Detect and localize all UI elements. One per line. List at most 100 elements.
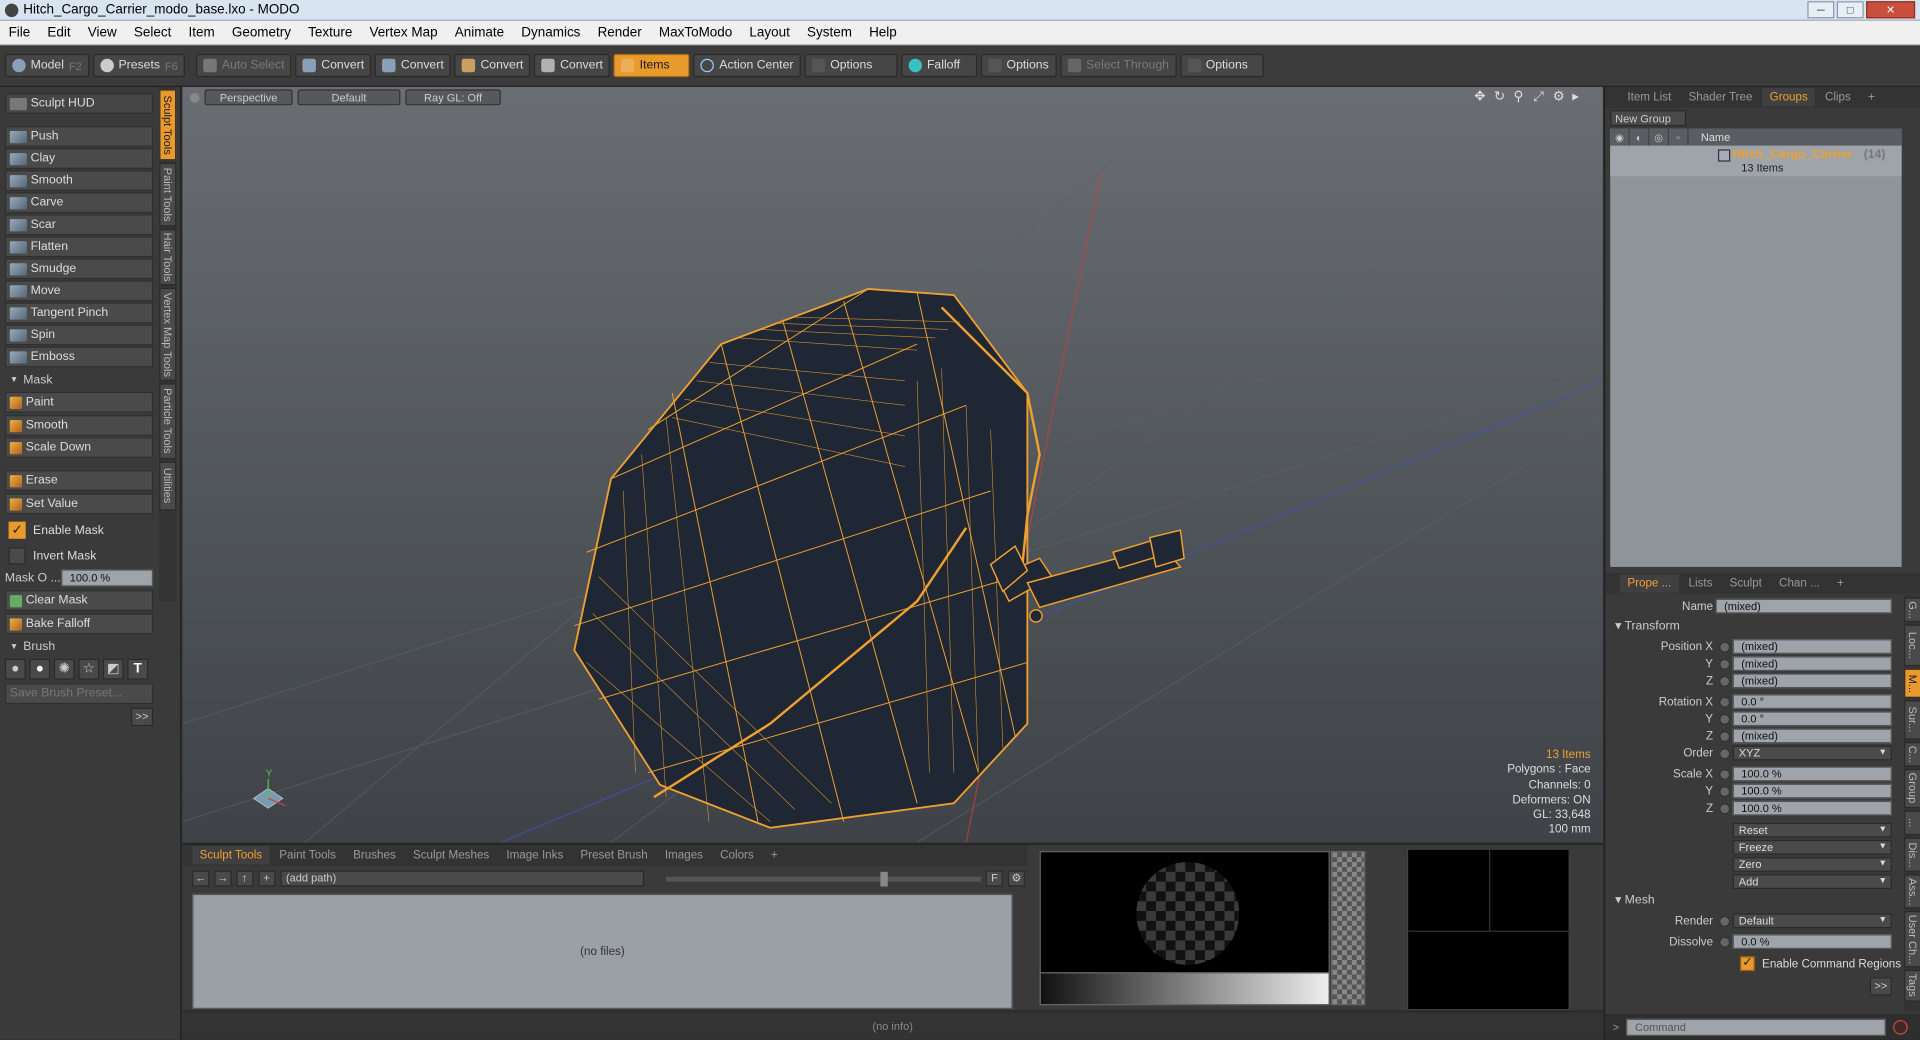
zero-dropdown[interactable]: Zero ▼: [1732, 857, 1892, 872]
add-tab-button[interactable]: +: [764, 846, 786, 864]
tool-clay[interactable]: Clay: [4, 148, 154, 169]
vtab-user-channels[interactable]: User Ch...: [1904, 911, 1920, 968]
mask-tool-paint[interactable]: Paint: [4, 391, 154, 413]
hard-brush-icon[interactable]: ●: [29, 658, 51, 680]
brush-section-header[interactable]: ▼ Brush: [5, 638, 153, 656]
rotation-y-field[interactable]: 0.0 °: [1732, 711, 1892, 727]
rotation-x-field[interactable]: 0.0 °: [1732, 694, 1892, 709]
text-brush-icon[interactable]: T: [127, 658, 149, 680]
tab-preset-brush[interactable]: Preset Brush: [573, 846, 655, 864]
render-icon[interactable]: ◐: [1630, 128, 1650, 146]
vtab-group[interactable]: Group: [1904, 768, 1920, 809]
menu-geometry[interactable]: Geometry: [223, 25, 299, 40]
vtab-sur[interactable]: Sur...: [1904, 700, 1920, 740]
tool-smudge[interactable]: Smudge: [4, 258, 154, 280]
reset-dropdown[interactable]: Reset ▼: [1732, 822, 1892, 838]
add-dropdown[interactable]: Add ▼: [1732, 874, 1892, 889]
3d-viewport[interactable]: Perspective Default Ray GL: Off ✥ ↻ ⚲ ⤢ …: [182, 86, 1603, 843]
tool-carve[interactable]: Carve: [4, 192, 154, 214]
back-arrow-icon[interactable]: ←: [192, 870, 210, 887]
menu-view[interactable]: View: [79, 25, 125, 40]
up-folder-icon[interactable]: ↑: [236, 870, 254, 887]
filter-icon[interactable]: F: [986, 870, 1004, 887]
tab-shader-tree[interactable]: Shader Tree: [1681, 88, 1760, 106]
order-dropdown[interactable]: XYZ ▼: [1732, 745, 1892, 761]
keyframe-dot-icon[interactable]: [1719, 658, 1731, 670]
tab-properties[interactable]: Prope ...: [1620, 574, 1679, 593]
mask-section-header[interactable]: ▼ Mask: [5, 371, 153, 389]
tab-item-list[interactable]: Item List: [1620, 88, 1679, 106]
tab-sculpt-tools[interactable]: Sculpt Tools: [192, 846, 270, 865]
vtab-particle-tools[interactable]: Particle Tools: [159, 383, 177, 460]
tab-colors[interactable]: Colors: [713, 846, 761, 864]
new-group-button[interactable]: New Group: [1610, 110, 1687, 127]
enable-command-regions-checkbox[interactable]: ✓: [1740, 956, 1755, 972]
gear-icon[interactable]: ⚙: [1007, 870, 1025, 887]
procedural-brush-icon[interactable]: ◩: [102, 658, 124, 680]
keyframe-dot-icon[interactable]: [1719, 696, 1731, 708]
select-through-options-button[interactable]: Options: [1179, 53, 1264, 78]
mask-tool-scale-down[interactable]: Scale Down: [4, 437, 154, 458]
tab-images[interactable]: Images: [657, 846, 710, 864]
keyframe-dot-icon[interactable]: [1719, 675, 1731, 687]
items-mode-button[interactable]: Items: [613, 53, 690, 78]
menu-layout[interactable]: Layout: [741, 25, 799, 40]
menu-texture[interactable]: Texture: [300, 25, 361, 40]
keyframe-dot-icon[interactable]: [1719, 803, 1731, 815]
invert-mask-toggle[interactable]: Invert Mask: [4, 543, 154, 569]
vtab-sculpt-tools[interactable]: Sculpt Tools: [159, 89, 177, 161]
dissolve-field[interactable]: 0.0 %: [1732, 934, 1892, 949]
select-icon[interactable]: ▫: [1669, 128, 1689, 146]
menu-system[interactable]: System: [798, 25, 860, 40]
keyframe-dot-icon[interactable]: [1719, 936, 1731, 948]
render-dropdown[interactable]: Default ▼: [1732, 913, 1892, 929]
menu-select[interactable]: Select: [125, 25, 180, 40]
keyframe-dot-icon[interactable]: [1719, 786, 1731, 798]
forward-arrow-icon[interactable]: →: [214, 870, 232, 887]
splat-brush-icon[interactable]: ✺: [53, 658, 75, 680]
vtab-g[interactable]: G...: [1904, 597, 1920, 623]
menu-render[interactable]: Render: [589, 25, 650, 40]
scale-x-field[interactable]: 100.0 %: [1732, 766, 1892, 782]
record-macro-icon[interactable]: [1893, 1019, 1909, 1035]
vtab-tags[interactable]: Tags: [1904, 969, 1920, 1002]
more-button[interactable]: >>: [1869, 977, 1892, 996]
lock-icon[interactable]: ◎: [1649, 128, 1669, 146]
tab-lists[interactable]: Lists: [1681, 574, 1720, 592]
convert-edges-button[interactable]: Convert: [375, 53, 452, 78]
thumbnail-size-slider[interactable]: [665, 871, 982, 886]
name-field[interactable]: (mixed): [1715, 598, 1892, 614]
scale-y-field[interactable]: 100.0 %: [1732, 783, 1892, 799]
menu-animate[interactable]: Animate: [446, 25, 513, 40]
convert-vertices-button[interactable]: Convert: [295, 53, 372, 78]
tool-move[interactable]: Move: [4, 280, 154, 302]
tool-emboss[interactable]: Emboss: [4, 346, 154, 368]
convert-polygons-button[interactable]: Convert: [454, 53, 531, 78]
vtab-utilities[interactable]: Utilities: [159, 461, 177, 511]
tool-tangent-pinch[interactable]: Tangent Pinch: [4, 302, 154, 324]
tool-scar[interactable]: Scar: [4, 214, 154, 236]
vtab-vertex-map-tools[interactable]: Vertex Map Tools: [159, 287, 177, 381]
star-brush-icon[interactable]: ☆: [78, 658, 100, 680]
tab-sculpt-meshes[interactable]: Sculpt Meshes: [406, 846, 497, 864]
mask-tool-smooth[interactable]: Smooth: [4, 415, 154, 436]
falloff-options-button[interactable]: Options: [980, 53, 1057, 78]
vtab-loc[interactable]: Loc...: [1904, 624, 1920, 667]
soft-brush-icon[interactable]: ●: [4, 658, 26, 680]
minimize-button[interactable]: ─: [1807, 1, 1835, 19]
position-x-field[interactable]: (mixed): [1732, 639, 1892, 654]
group-row[interactable]: Hitch_Cargo_Carrier (14) 13 Items: [1610, 145, 1902, 177]
path-dropdown[interactable]: (add path): [279, 870, 644, 887]
auto-select-button[interactable]: Auto Select: [196, 53, 292, 78]
vtab-paint-tools[interactable]: Paint Tools: [159, 162, 177, 227]
vtab-more[interactable]: ...: [1904, 810, 1920, 836]
keyframe-dot-icon[interactable]: [1719, 915, 1731, 927]
menu-vertex-map[interactable]: Vertex Map: [361, 25, 446, 40]
mesh-section[interactable]: ▾ Mesh: [1615, 894, 1655, 907]
scale-z-field[interactable]: 100.0 %: [1732, 800, 1892, 816]
tab-groups[interactable]: Groups: [1762, 88, 1816, 107]
vtab-ass[interactable]: Ass...: [1904, 874, 1920, 909]
maximize-button[interactable]: □: [1836, 1, 1864, 19]
tool-flatten[interactable]: Flatten: [4, 236, 154, 258]
keyframe-dot-icon[interactable]: [1719, 713, 1731, 725]
